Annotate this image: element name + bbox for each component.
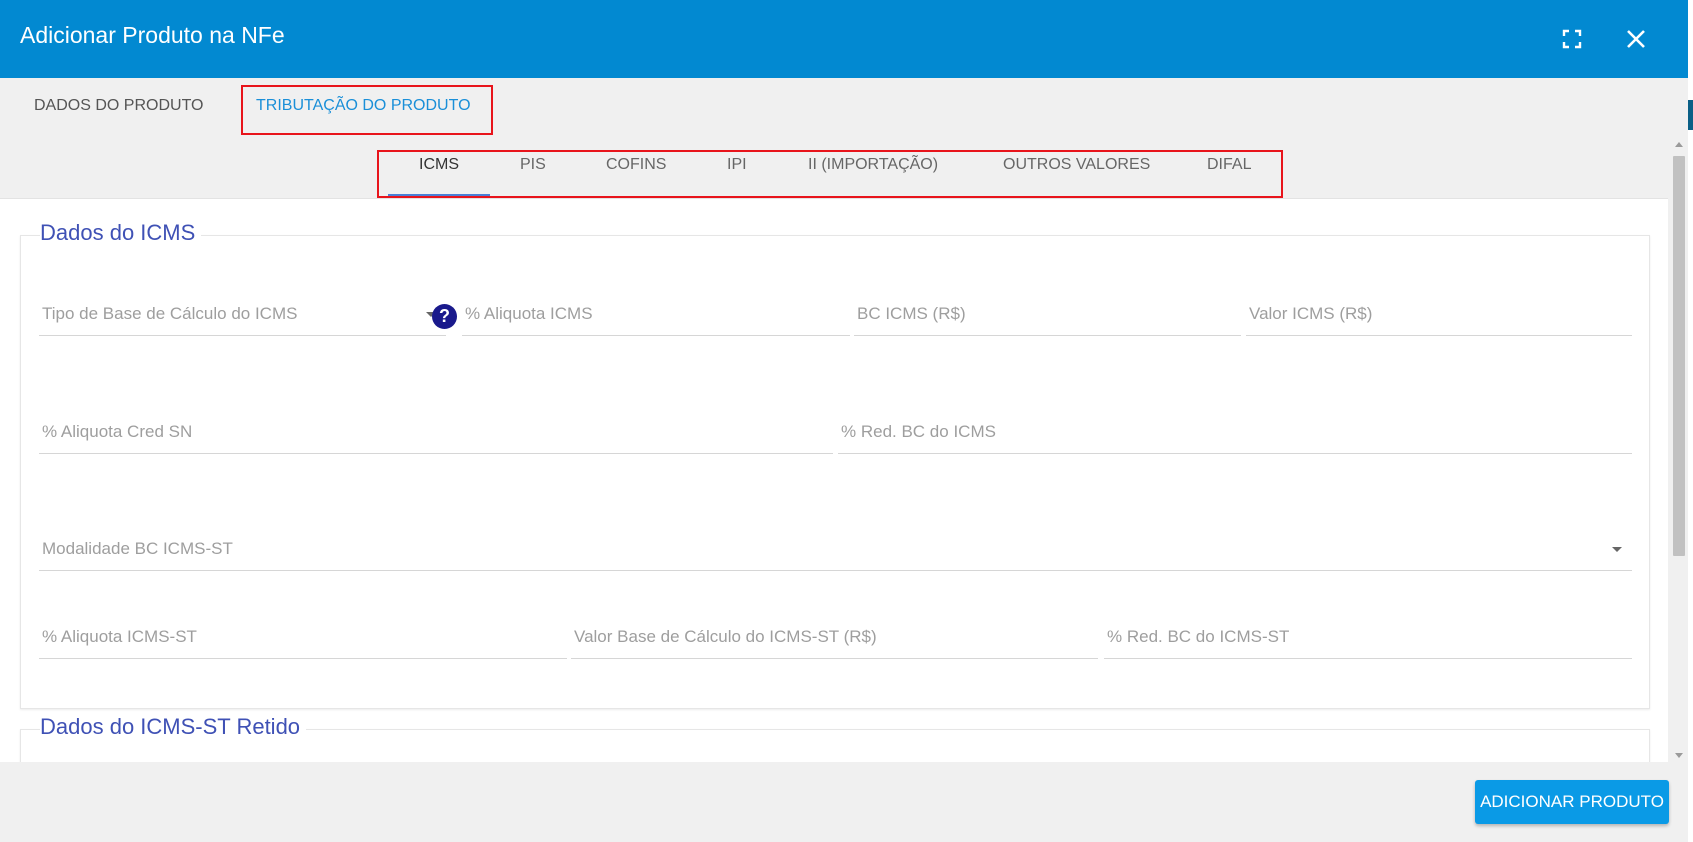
field-placeholder: Valor Base de Cálculo do ICMS-ST (R$)	[574, 627, 877, 646]
fullscreen-icon	[1562, 29, 1582, 49]
close-icon	[1627, 30, 1645, 48]
field-placeholder: Modalidade BC ICMS-ST	[42, 539, 233, 558]
field-placeholder: % Red. BC do ICMS-ST	[1107, 627, 1290, 646]
tab-cofins[interactable]: COFINS	[606, 156, 666, 174]
red-bc-icms-input[interactable]: % Red. BC do ICMS	[838, 414, 1632, 454]
tab-ipi[interactable]: IPI	[727, 156, 747, 174]
aliquota-icms-input[interactable]: % Aliquota ICMS	[462, 296, 850, 336]
tipo-base-calculo-select[interactable]: Tipo de Base de Cálculo do ICMS	[39, 296, 446, 336]
tab-outros-valores[interactable]: OUTROS VALORES	[1003, 156, 1150, 174]
bc-icms-input[interactable]: BC ICMS (R$)	[854, 296, 1241, 336]
content-scrollbar[interactable]	[1670, 138, 1688, 762]
tab-difal[interactable]: DIFAL	[1207, 156, 1251, 174]
main-tabs: DADOS DO PRODUTO TRIBUTAÇÃO DO PRODUTO	[0, 78, 1688, 138]
active-tab-indicator	[388, 194, 490, 197]
field-placeholder: % Aliquota ICMS-ST	[42, 627, 197, 646]
tab-ii-importacao[interactable]: II (IMPORTAÇÃO)	[808, 156, 938, 174]
tax-sub-tabs: ICMS PIS COFINS IPI II (IMPORTAÇÃO) OUTR…	[0, 138, 1668, 198]
background-page-edge	[1688, 0, 1693, 842]
valor-icms-input[interactable]: Valor ICMS (R$)	[1246, 296, 1632, 336]
scroll-up-icon[interactable]	[1675, 142, 1683, 147]
dropdown-arrow-icon	[1612, 547, 1622, 552]
add-product-button[interactable]: ADICIONAR PRODUTO	[1475, 780, 1669, 824]
tab-tributacao-do-produto[interactable]: TRIBUTAÇÃO DO PRODUTO	[256, 78, 471, 134]
dialog-header: Adicionar Produto na NFe	[0, 0, 1688, 78]
field-placeholder: Tipo de Base de Cálculo do ICMS	[42, 304, 298, 323]
icms-section: Dados do ICMS Tipo de Base de Cálculo do…	[20, 220, 1650, 709]
add-product-dialog: Adicionar Produto na NFe DADOS DO PRODUT…	[0, 0, 1688, 842]
field-placeholder: BC ICMS (R$)	[857, 304, 966, 323]
tab-dados-do-produto[interactable]: DADOS DO PRODUTO	[34, 78, 204, 134]
scrollbar-thumb[interactable]	[1673, 156, 1685, 556]
aliquota-cred-sn-input[interactable]: % Aliquota Cred SN	[39, 414, 833, 454]
field-placeholder: % Aliquota Cred SN	[42, 422, 193, 441]
close-button[interactable]	[1619, 22, 1653, 56]
modalidade-bc-icms-st-select[interactable]: Modalidade BC ICMS-ST	[39, 531, 1632, 571]
tab-icms[interactable]: ICMS	[419, 156, 459, 174]
dialog-title: Adicionar Produto na NFe	[20, 22, 285, 48]
field-placeholder: Valor ICMS (R$)	[1249, 304, 1373, 323]
section-title-icms: Dados do ICMS	[40, 220, 202, 246]
page: Adicionar Produto na NFe DADOS DO PRODUT…	[0, 0, 1693, 842]
valor-base-calculo-icms-st-input[interactable]: Valor Base de Cálculo do ICMS-ST (R$)	[571, 619, 1098, 659]
dialog-footer: ADICIONAR PRODUTO	[0, 762, 1688, 842]
field-placeholder: % Aliquota ICMS	[465, 304, 593, 323]
fullscreen-button[interactable]	[1555, 22, 1589, 56]
tab-content: Dados do ICMS Tipo de Base de Cálculo do…	[0, 198, 1668, 762]
scroll-down-icon[interactable]	[1675, 753, 1683, 758]
help-icon[interactable]: ?	[432, 304, 457, 329]
aliquota-icms-st-input[interactable]: % Aliquota ICMS-ST	[39, 619, 567, 659]
icms-st-retido-section: Dados do ICMS-ST Retido	[20, 714, 1650, 762]
background-accent	[1688, 100, 1693, 130]
field-placeholder: % Red. BC do ICMS	[841, 422, 996, 441]
red-bc-icms-st-input[interactable]: % Red. BC do ICMS-ST	[1104, 619, 1632, 659]
section-title-icms-st-retido: Dados do ICMS-ST Retido	[40, 714, 307, 740]
tab-pis[interactable]: PIS	[520, 156, 546, 174]
